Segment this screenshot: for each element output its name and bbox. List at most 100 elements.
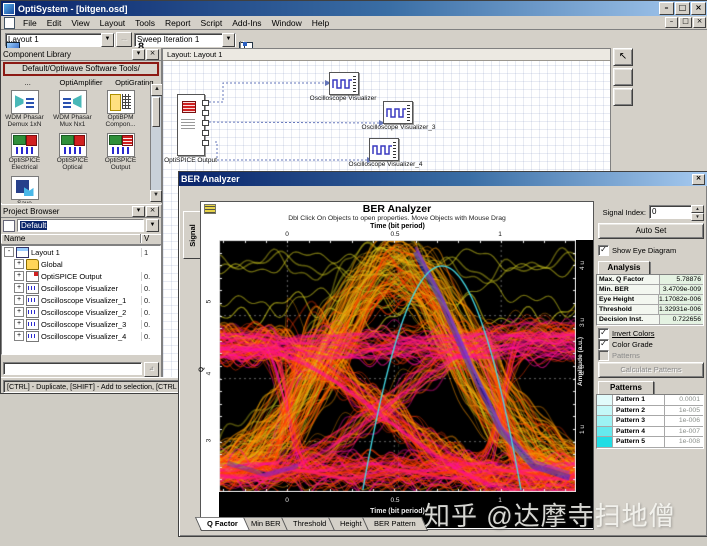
expander-icon[interactable]: + [14, 271, 24, 281]
library-path-header[interactable]: Default/Optiwave Software Tools/ [3, 62, 159, 76]
menu-addins[interactable]: Add-Ins [227, 18, 266, 28]
menu-script[interactable]: Script [196, 18, 228, 28]
ber-titlebar[interactable]: BER Analyzer × [179, 172, 707, 186]
chevron-down-icon[interactable]: ▼ [101, 33, 114, 47]
spinner-down-icon[interactable]: ▼ [691, 213, 704, 221]
pin-icon[interactable]: ▾ [132, 206, 145, 217]
library-item[interactable]: OptiSPICE Electrical [1, 130, 48, 173]
component-library-titlebar[interactable]: Component Library ▾ × [1, 48, 161, 61]
menu-file[interactable]: File [18, 18, 42, 28]
library-tab-back[interactable]: ... [1, 78, 54, 87]
menu-layout[interactable]: Layout [95, 18, 131, 28]
oscilloscope-visualizer-3-component[interactable] [383, 101, 413, 124]
close-icon[interactable]: × [692, 174, 705, 185]
tree-row[interactable]: + Oscilloscope Visualizer 0. [2, 282, 160, 294]
library-item[interactable]: OptiSPICE Output [97, 130, 144, 173]
tree-row[interactable]: + Oscilloscope Visualizer_1 0. [2, 294, 160, 306]
library-item[interactable]: WDM Phasar Demux 1xN [1, 87, 48, 130]
close-icon[interactable]: × [146, 49, 159, 60]
menu-view[interactable]: View [66, 18, 94, 28]
project-browser-titlebar[interactable]: Project Browser ▾ × [1, 205, 161, 218]
expander-icon[interactable]: + [14, 259, 24, 269]
expander-icon[interactable]: + [14, 331, 24, 341]
sweep-combobox[interactable]: Sweep Iteration 1 ▼ [134, 33, 236, 47]
eye-diagram-canvas[interactable] [219, 240, 576, 492]
oscilloscope-visualizer-component[interactable] [329, 72, 359, 95]
optispice-output-component[interactable] [177, 94, 205, 156]
column-name[interactable]: Name [1, 234, 141, 243]
output-port[interactable] [202, 100, 209, 106]
library-item[interactable]: OptiSPICE Optical [49, 130, 96, 173]
pin-icon[interactable]: ▾ [132, 49, 145, 60]
browser-search-button[interactable]: ⊿ [144, 362, 159, 377]
browser-filter-combobox[interactable]: Default [17, 219, 144, 232]
spinner-up-icon[interactable]: ▲ [691, 205, 704, 213]
child-restore-icon[interactable]: □ [679, 17, 692, 28]
tree-row[interactable]: + Oscilloscope Visualizer_3 0. [2, 318, 160, 330]
child-minimize-icon[interactable]: – [665, 17, 678, 28]
menu-edit[interactable]: Edit [42, 18, 67, 28]
eye-diagram-plot[interactable]: BER Analyzer Dbl Click On Objects to ope… [200, 201, 594, 530]
library-scrollbar[interactable]: ▲ ▼ [150, 84, 161, 202]
ber-analyzer-window: BER Analyzer × Signal BER Analyzer Dbl C… [178, 171, 707, 537]
output-port[interactable] [202, 110, 209, 116]
minimize-icon[interactable]: – [659, 2, 674, 15]
chevron-down-icon[interactable]: ▼ [222, 33, 235, 47]
filter-icon [3, 220, 15, 232]
checkbox-icon[interactable]: ✓ [598, 339, 609, 350]
expander-icon[interactable]: + [14, 295, 24, 305]
tree-row[interactable]: + OptiSPICE Output 0. [2, 270, 160, 282]
library-item[interactable]: OptiBPM Compon... [97, 87, 144, 130]
signal-index-input[interactable]: 0 [649, 205, 693, 219]
palette-tool-button[interactable] [613, 88, 633, 106]
calculate-patterns-button: Calculate Patterns [598, 362, 704, 378]
close-icon[interactable]: × [146, 206, 159, 217]
maximize-icon[interactable]: □ [675, 2, 690, 15]
tree-row[interactable]: + Global [2, 258, 160, 270]
app-titlebar[interactable]: OptiSystem - [bitgen.osd] – □ × [1, 1, 707, 16]
expander-icon[interactable]: + [14, 283, 24, 293]
menu-help[interactable]: Help [307, 18, 334, 28]
y-right-tick: 3 u [579, 318, 586, 327]
tree-row[interactable]: + Oscilloscope Visualizer_4 0. [2, 330, 160, 342]
scroll-down-icon[interactable]: ▼ [150, 190, 162, 202]
y-right-axis-label: Amplitude (a.u.) [577, 337, 584, 386]
output-port[interactable] [202, 120, 209, 126]
screen: OptiSystem - [bitgen.osd] – □ × File Edi… [0, 0, 707, 546]
color-grade-checkbox[interactable]: ✓ Color Grade [598, 339, 653, 350]
browser-search-input[interactable] [3, 362, 142, 375]
plot-black-area: 4 u 3 u 2 u 1 u Amplitude (a.u.) 0 0.5 1… [219, 240, 593, 528]
tree-row[interactable]: + Oscilloscope Visualizer_2 0. [2, 306, 160, 318]
output-port[interactable] [202, 130, 209, 136]
ber-result-tab[interactable]: BER Pattern [362, 517, 428, 531]
show-eye-diagram-checkbox[interactable]: ✓ Show Eye Diagram [598, 245, 676, 256]
tree-row[interactable]: - Layout 1 1 [2, 246, 160, 258]
select-tool-button[interactable]: ↖ [613, 48, 633, 66]
layout-properties-button[interactable]: … [116, 32, 132, 47]
column-value[interactable]: V [141, 234, 161, 243]
x-tick-bottom: 0.5 [385, 497, 405, 504]
checkbox-icon[interactable]: ✓ [598, 245, 609, 256]
palette-tool-button[interactable] [613, 68, 633, 86]
library-item[interactable]: WDM Phasar Mux Nx1 [49, 87, 96, 130]
output-port[interactable] [202, 140, 209, 146]
library-item[interactable]: Save [1, 173, 48, 203]
signal-tab[interactable]: Signal [183, 211, 201, 259]
menu-tools[interactable]: Tools [130, 18, 160, 28]
layout-combobox[interactable]: Layout 1 ▼ [5, 33, 115, 47]
menu-report[interactable]: Report [160, 18, 196, 28]
checkbox-icon[interactable]: ✓ [598, 328, 609, 339]
layout-tab-label[interactable]: Layout: Layout 1 [163, 49, 610, 61]
ber-result-tab[interactable]: Q Factor [195, 517, 250, 531]
close-icon[interactable]: × [691, 2, 706, 15]
expander-icon[interactable]: - [4, 247, 14, 257]
chevron-down-icon[interactable]: ▼ [146, 219, 159, 232]
expander-icon[interactable]: + [14, 307, 24, 317]
library-tab-optiamplifier[interactable]: OptiAmplifier [54, 78, 107, 87]
oscilloscope-visualizer-4-component[interactable] [369, 138, 399, 161]
child-close-icon[interactable]: × [693, 17, 706, 28]
auto-set-button[interactable]: Auto Set [598, 223, 704, 239]
invert-colors-checkbox[interactable]: ✓ Invert Colors [598, 328, 655, 339]
expander-icon[interactable]: + [14, 319, 24, 329]
menu-window[interactable]: Window [267, 18, 307, 28]
